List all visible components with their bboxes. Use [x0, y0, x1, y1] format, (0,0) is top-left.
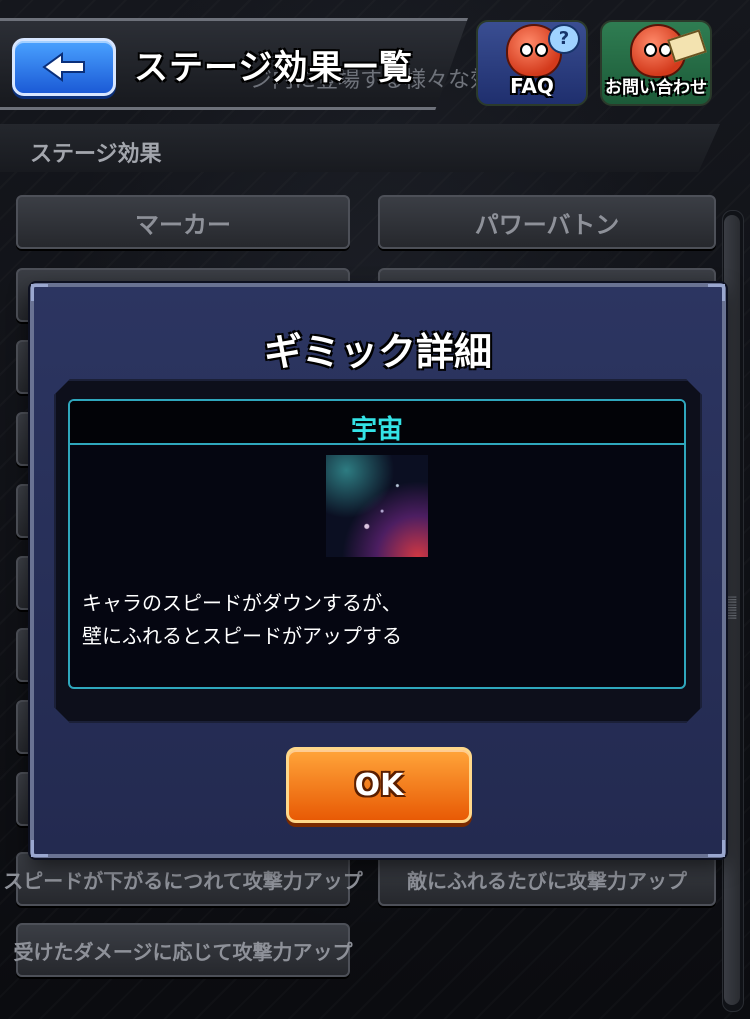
- modal-corner: [708, 284, 725, 301]
- effect-label: パワーバトン: [474, 210, 620, 239]
- effect-button-enemy-attack[interactable]: 敵にふれるたびに攻撃力アップ: [378, 852, 716, 906]
- effect-button-marker[interactable]: マーカー: [16, 195, 350, 249]
- description-line: キャラのスピードがダウンするが、: [82, 591, 402, 615]
- question-bubble-icon: ?: [548, 24, 580, 54]
- gimmick-description: キャラのスピードがダウンするが、 壁にふれるとスピードがアップする: [82, 587, 662, 653]
- page-title: ステージ効果一覧: [134, 48, 414, 88]
- faq-label: FAQ: [510, 74, 554, 98]
- gimmick-detail-box: 宇宙 キャラのスピードがダウンするが、 壁にふれるとスピードがアップする: [68, 399, 686, 689]
- section-title: ステージ効果: [30, 142, 162, 167]
- effect-button-power-baton[interactable]: パワーバトン: [378, 195, 716, 249]
- effect-label: マーカー: [135, 210, 231, 239]
- contact-button[interactable]: お問い合わせ: [600, 20, 712, 106]
- back-arrow-icon: [42, 52, 85, 82]
- description-line: 壁にふれるとスピードがアップする: [82, 624, 402, 648]
- scroll-grip-icon: ≡ ≡ ≡: [726, 592, 738, 624]
- gimmick-name: 宇宙: [350, 415, 403, 445]
- effect-button-speed-attack[interactable]: スピードが下がるにつれて攻撃力アップ: [3, 852, 363, 906]
- effect-label: 敵にふれるたびに攻撃力アップ: [407, 868, 687, 893]
- back-button[interactable]: [12, 38, 116, 96]
- contact-label: お問い合わせ: [605, 78, 707, 98]
- modal-title: ギミック詳細: [263, 330, 492, 374]
- modal-corner: [31, 284, 48, 301]
- effect-label: 受けたダメージに応じて攻撃力アップ: [13, 939, 353, 964]
- space-gimmick-image: [326, 455, 428, 557]
- gimmick-detail-modal: ギミック詳細 宇宙 キャラのスピードがダウンするが、 壁にふれるとスピードがアッ…: [30, 283, 726, 858]
- effect-button-damage-attack[interactable]: 受けたダメージに応じて攻撃力アップ: [13, 923, 353, 977]
- ok-button[interactable]: OK: [286, 747, 472, 823]
- effect-label: スピードが下がるにつれて攻撃力アップ: [3, 868, 363, 893]
- modal-corner: [31, 840, 48, 857]
- modal-corner: [708, 840, 725, 857]
- faq-button[interactable]: ? FAQ: [476, 20, 588, 106]
- gimmick-header: 宇宙: [70, 401, 684, 445]
